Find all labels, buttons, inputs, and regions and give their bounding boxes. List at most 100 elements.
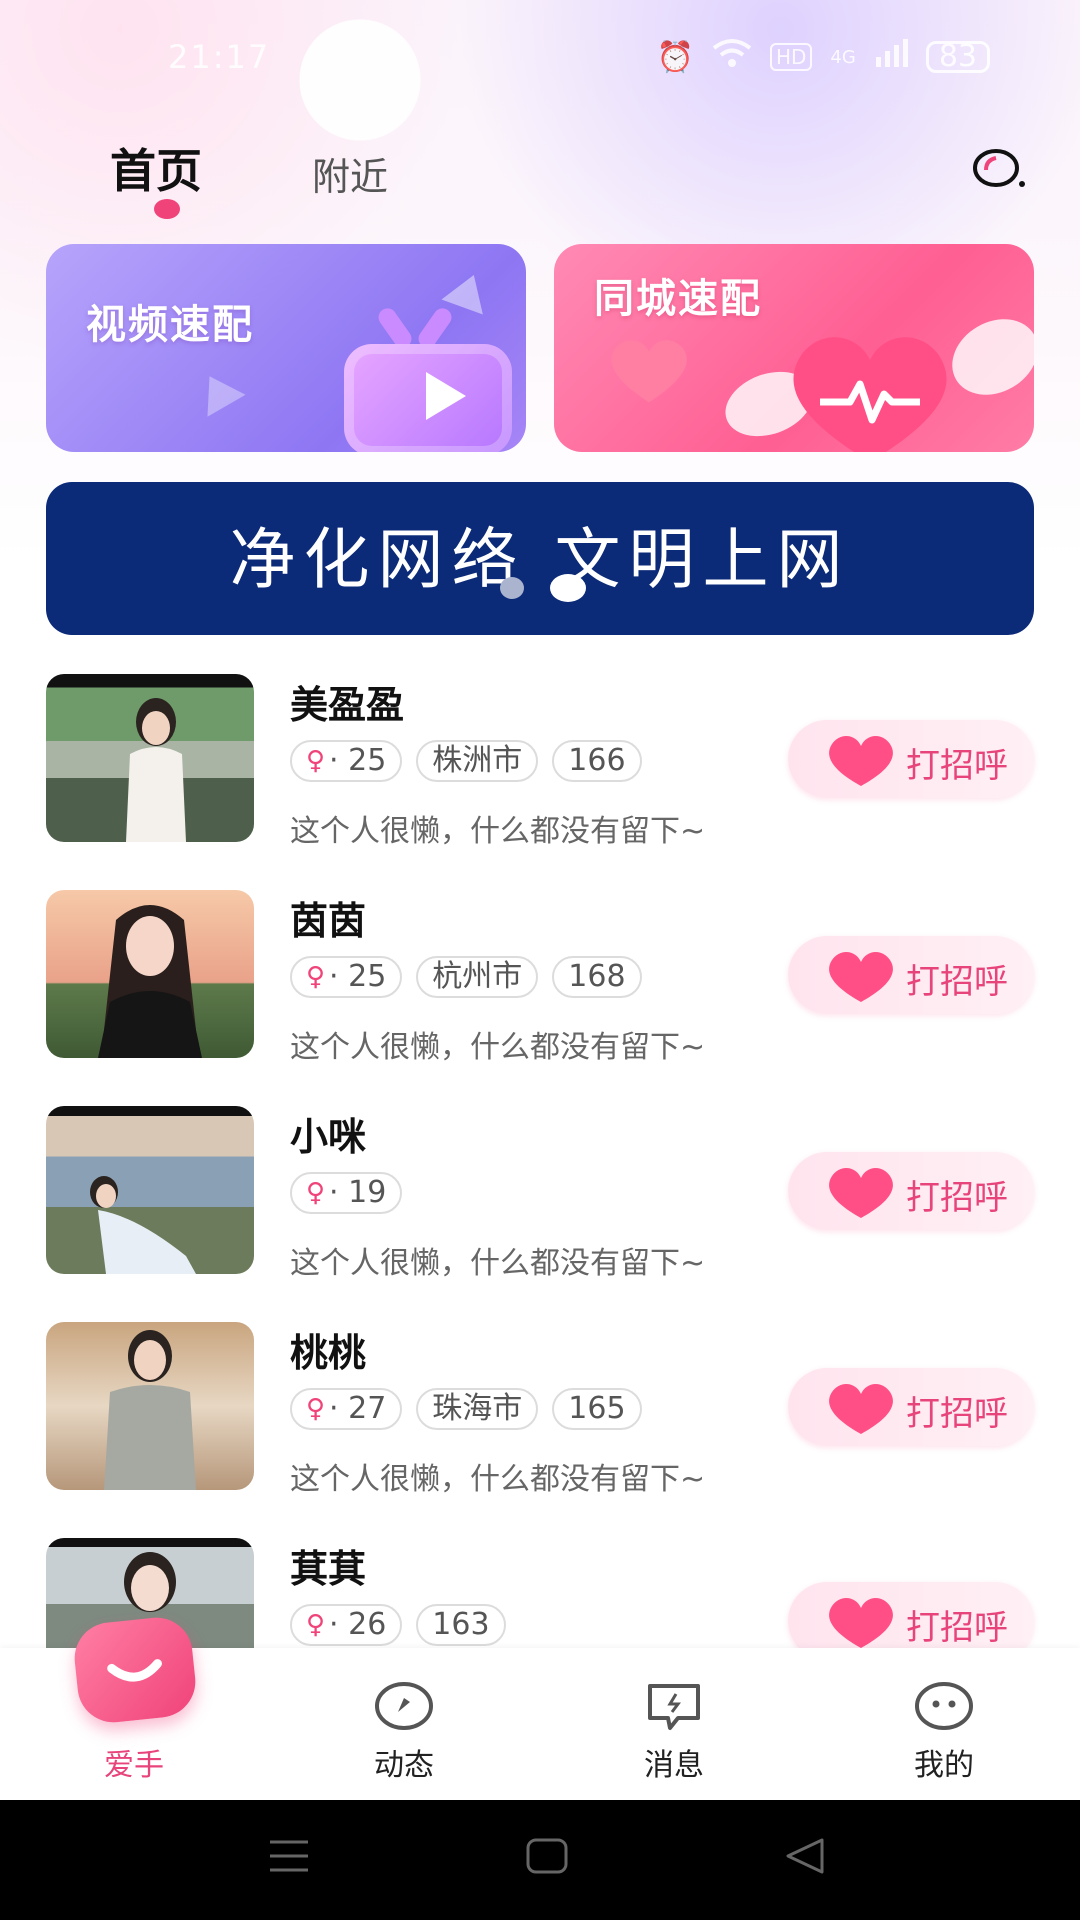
greet-button[interactable]: 打招呼 <box>788 936 1034 1014</box>
heartbeat-heart-icon <box>793 337 947 452</box>
tab-home[interactable]: 首页 <box>110 135 202 219</box>
top-tabs: 首页 附近 <box>110 135 388 219</box>
avatar-figure <box>104 1330 196 1490</box>
tab-nearby[interactable]: 附近 <box>312 146 388 201</box>
age-tag: ♀ · 26 <box>290 1604 403 1646</box>
status-time: 21:17 <box>168 38 271 76</box>
video-match-card[interactable]: 视频速配 <box>46 244 526 452</box>
age-text: · 19 <box>329 1175 387 1210</box>
user-tags: ♀ · 19 <box>290 1172 403 1214</box>
status-bar: 21:17 ⏰ HD 4G 83 <box>0 0 1080 110</box>
announcement-banner[interactable]: 净化网络 文明上网 <box>46 482 1034 635</box>
hd-icon: HD <box>769 43 813 71</box>
age-text: · 27 <box>329 1391 387 1426</box>
greet-label: 打招呼 <box>906 962 1008 1002</box>
home-square-icon[interactable] <box>524 1836 570 1876</box>
age-tag: ♀ · 19 <box>290 1172 403 1214</box>
greet-button[interactable]: 打招呼 <box>788 1368 1034 1446</box>
user-bio: 这个人很懒，什么都没有留下~ <box>290 1462 706 1497</box>
avatar-figure <box>126 698 186 842</box>
city-match-title: 同城速配 <box>594 276 762 322</box>
smile-icon <box>107 1659 162 1682</box>
height-tag: 165 <box>552 1388 642 1430</box>
nav-messages[interactable]: 消息 <box>594 1648 754 1800</box>
user-name: 小咪 <box>290 1115 367 1159</box>
message-icon <box>648 1684 700 1730</box>
avatar[interactable] <box>46 674 254 842</box>
female-icon: ♀ <box>306 1178 326 1208</box>
nav-messages-label: 消息 <box>644 1748 704 1783</box>
tab-nearby-label: 附近 <box>312 155 389 199</box>
city-text: 珠海市 <box>432 1391 523 1426</box>
nav-home[interactable]: 爱手 <box>54 1614 214 1800</box>
city-tag: 株洲市 <box>416 740 539 782</box>
video-match-title: 视频速配 <box>86 302 254 348</box>
user-bio: 这个人很懒，什么都没有留下~ <box>290 1030 706 1065</box>
nav-moments[interactable]: 动态 <box>324 1648 484 1800</box>
nav-profile[interactable]: 我的 <box>864 1648 1024 1800</box>
list-item[interactable]: 桃桃 ♀ · 27 珠海市 165 这个人很懒，什么都没有留下~ 打招呼 <box>0 1322 1080 1522</box>
alarm-icon: ⏰ <box>656 39 694 75</box>
greet-label: 打招呼 <box>906 1178 1008 1218</box>
back-icon[interactable] <box>782 1836 828 1876</box>
network-label: 4G <box>830 46 856 68</box>
heart-icon <box>829 735 893 786</box>
female-icon: ♀ <box>306 746 326 776</box>
female-icon: ♀ <box>306 1610 326 1640</box>
user-name: 茵茵 <box>290 899 367 943</box>
play-icon <box>426 372 466 420</box>
female-icon: ♀ <box>306 962 326 992</box>
signal-icon <box>874 39 908 75</box>
age-text: · 25 <box>329 959 387 994</box>
height-tag: 168 <box>552 956 642 998</box>
city-text: 株洲市 <box>432 743 523 778</box>
search-button[interactable] <box>972 148 1025 187</box>
wifi-icon <box>712 38 752 76</box>
list-item[interactable]: 美盈盈 ♀ · 25 株洲市 166 这个人很懒，什么都没有留下~ 打招呼 <box>0 674 1080 874</box>
home-smile-icon <box>71 1614 199 1726</box>
banner-dot[interactable] <box>500 577 524 599</box>
heart-icon <box>829 1597 893 1648</box>
age-tag: ♀ · 25 <box>290 740 403 782</box>
user-tags: ♀ · 26 163 <box>290 1604 506 1646</box>
avatar[interactable] <box>46 1106 254 1274</box>
greet-label: 打招呼 <box>906 746 1008 786</box>
female-icon: ♀ <box>306 1394 326 1424</box>
avatar[interactable] <box>46 1322 254 1490</box>
user-name: 萁萁 <box>290 1547 367 1591</box>
face-icon <box>915 1682 973 1730</box>
user-bio: 这个人很懒，什么都没有留下~ <box>290 814 706 849</box>
height-text: 166 <box>568 743 626 778</box>
system-nav-bar <box>0 1800 1080 1920</box>
heart-icon <box>829 951 893 1002</box>
banner-dot-active[interactable] <box>550 574 586 602</box>
height-text: 163 <box>432 1607 490 1642</box>
height-text: 165 <box>568 1391 626 1426</box>
user-tags: ♀ · 25 株洲市 166 <box>290 740 642 782</box>
avatar[interactable] <box>46 890 254 1058</box>
list-item[interactable]: 小咪 ♀ · 19 这个人很懒，什么都没有留下~ 打招呼 <box>0 1106 1080 1306</box>
age-tag: ♀ · 27 <box>290 1388 403 1430</box>
greet-label: 打招呼 <box>906 1608 1008 1648</box>
list-item[interactable]: 茵茵 ♀ · 25 杭州市 168 这个人很懒，什么都没有留下~ 打招呼 <box>0 890 1080 1090</box>
status-icons: ⏰ HD 4G 83 <box>657 38 990 76</box>
nav-home-label: 爱手 <box>104 1748 164 1783</box>
tab-home-label: 首页 <box>110 144 202 198</box>
small-heart-icon <box>611 340 687 403</box>
greet-button[interactable]: 打招呼 <box>788 1152 1034 1230</box>
user-name: 桃桃 <box>290 1331 367 1375</box>
compass-icon <box>375 1682 433 1730</box>
age-text: · 26 <box>329 1607 387 1642</box>
avatar-figure <box>98 905 202 1058</box>
city-text: 杭州市 <box>432 959 523 994</box>
height-tag: 166 <box>552 740 642 782</box>
nav-moments-label: 动态 <box>374 1748 434 1783</box>
user-tags: ♀ · 27 珠海市 165 <box>290 1388 642 1430</box>
city-tag: 珠海市 <box>416 1388 539 1430</box>
greet-button[interactable]: 打招呼 <box>788 720 1034 798</box>
city-match-card[interactable]: 同城速配 <box>554 244 1034 452</box>
battery-indicator: 83 <box>925 41 990 73</box>
menu-icon[interactable] <box>266 1836 312 1876</box>
avatar-figure <box>90 1176 196 1274</box>
nav-profile-label: 我的 <box>914 1748 974 1783</box>
